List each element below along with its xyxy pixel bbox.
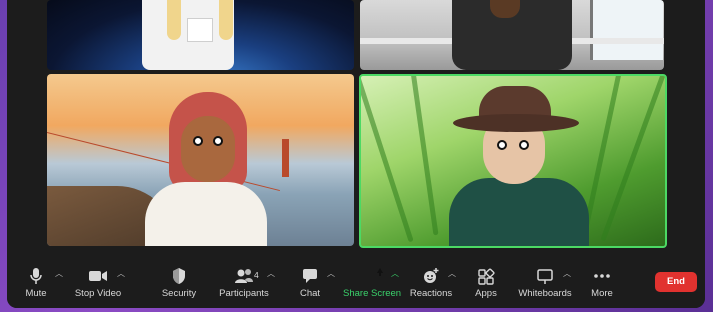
avatar-hair-right <box>219 0 233 40</box>
shield-icon <box>161 266 197 286</box>
security-button[interactable]: Security <box>161 266 197 299</box>
video-tile-top-right[interactable] <box>360 0 664 70</box>
reactions-button[interactable]: Reactions <box>409 266 453 299</box>
chat-options-chevron-icon[interactable]: ︿ <box>327 268 335 279</box>
apps-grid-icon <box>471 266 501 286</box>
avatar-eye-left <box>193 136 203 146</box>
speech-bubble-icon <box>297 266 323 286</box>
share-options-chevron-icon[interactable]: ︿ <box>391 268 399 279</box>
security-label: Security <box>161 288 197 299</box>
reactions-options-chevron-icon[interactable]: ︿ <box>448 268 456 279</box>
emoji-add-icon <box>409 266 453 286</box>
video-tile-bottom-left[interactable] <box>47 74 354 246</box>
people-icon <box>219 266 269 286</box>
avatar-collar <box>187 18 213 42</box>
avatar-eye-right <box>213 136 223 146</box>
whiteboards-options-chevron-icon[interactable]: ︿ <box>563 268 571 279</box>
participants-options-chevron-icon[interactable]: ︿ <box>267 268 275 279</box>
office-window <box>590 0 663 60</box>
video-camera-icon <box>73 266 123 286</box>
meeting-window: Mute ︿ Stop Video ︿ Security Participant… <box>7 0 705 308</box>
participants-label: Participants <box>219 288 269 299</box>
cowboy-hat-brim <box>453 114 579 132</box>
apps-label: Apps <box>475 288 497 299</box>
avatar-sweater <box>145 182 267 246</box>
avatar-shirt <box>449 178 589 246</box>
stop-video-label: Stop Video <box>74 288 122 299</box>
avatar-face <box>181 116 235 182</box>
participants-button[interactable]: Participants <box>219 266 269 299</box>
meeting-toolbar: Mute ︿ Stop Video ︿ Security Participant… <box>7 256 705 308</box>
video-options-chevron-icon[interactable]: ︿ <box>117 268 125 279</box>
more-label: More <box>591 288 613 299</box>
end-meeting-button[interactable]: End <box>655 272 697 292</box>
grass-blade <box>408 76 439 236</box>
video-tile-top-left[interactable] <box>47 0 354 70</box>
participants-count: 4 <box>254 270 259 280</box>
avatar-eye-left <box>497 140 507 150</box>
grass-blade <box>361 76 414 243</box>
more-button[interactable]: More <box>587 266 617 299</box>
apps-button[interactable]: Apps <box>471 266 501 299</box>
whiteboards-label: Whiteboards <box>518 288 572 299</box>
mute-label: Mute <box>25 288 47 299</box>
avatar-hair-left <box>167 0 181 40</box>
mute-options-chevron-icon[interactable]: ︿ <box>55 268 63 279</box>
ellipsis-icon <box>587 266 617 286</box>
share-screen-label: Share Screen <box>343 288 402 299</box>
video-tile-active-speaker[interactable] <box>359 74 667 248</box>
reactions-label: Reactions <box>409 288 453 299</box>
avatar-neck <box>490 0 520 18</box>
chat-label: Chat <box>299 288 321 299</box>
microphone-icon <box>21 266 51 286</box>
mute-button[interactable]: Mute <box>21 266 51 299</box>
chat-button[interactable]: Chat <box>297 266 323 299</box>
bridge-tower <box>282 139 289 177</box>
grass-blade <box>582 76 625 235</box>
avatar-eye-right <box>519 140 529 150</box>
stop-video-button[interactable]: Stop Video <box>73 266 123 299</box>
